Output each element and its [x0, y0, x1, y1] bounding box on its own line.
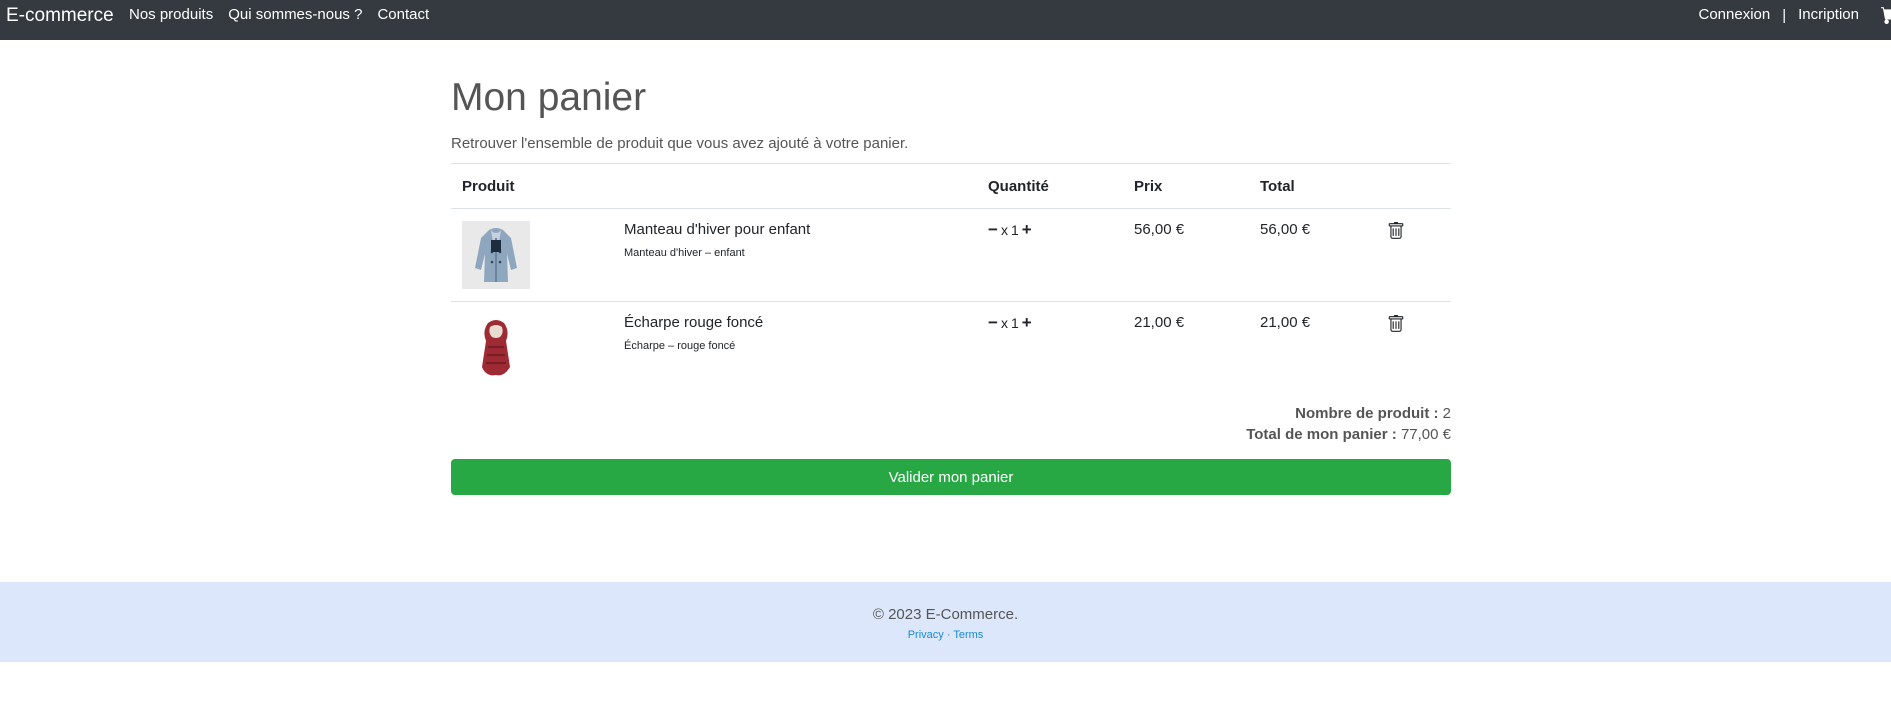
plus-icon[interactable]: +: [1022, 221, 1032, 238]
product-count-value: 2: [1442, 405, 1451, 422]
nav-links: Nos produits Qui sommes-nous ? Contact: [129, 6, 444, 24]
header-quantity: Quantité: [977, 163, 1123, 209]
footer-links: Privacy · Terms: [0, 629, 1891, 641]
navbar: E-commerce Nos produits Qui sommes-nous …: [0, 0, 1891, 40]
cart-table: Produit Quantité Prix Total Manteau d'hi…: [451, 163, 1451, 394]
cart-summary: Nombre de produit : 2 Total de mon panie…: [1246, 403, 1451, 445]
login-link[interactable]: Connexion: [1699, 6, 1771, 24]
signup-link[interactable]: Incription: [1798, 6, 1859, 24]
total-cell: 21,00 €: [1249, 301, 1376, 394]
product-description: Écharpe – rouge foncé: [624, 340, 736, 352]
validate-cart-button[interactable]: Valider mon panier: [451, 459, 1451, 495]
cart-section: Mon panier Retrouver l'ensemble de produ…: [451, 74, 1451, 495]
product-name[interactable]: Écharpe rouge foncé: [624, 314, 966, 332]
table-row: Écharpe rouge foncé Écharpe – rouge fonc…: [451, 301, 1451, 394]
quantity-prefix: x: [1000, 221, 1008, 238]
quantity-prefix: x: [1000, 314, 1008, 331]
product-description: Manteau d'hiver – enfant: [624, 247, 745, 259]
quantity-cell: − x 1 +: [977, 301, 1123, 394]
quantity-stepper: − x 1 +: [988, 314, 1112, 331]
trash-icon[interactable]: [1387, 221, 1405, 241]
product-count: Nombre de produit : 2: [1246, 403, 1451, 424]
header-price: Prix: [1123, 163, 1249, 209]
cart-total: Total de mon panier : 77,00 €: [1246, 424, 1451, 445]
nav-link-about[interactable]: Qui sommes-nous ?: [228, 6, 362, 24]
brand-link[interactable]: E-commerce: [6, 5, 114, 28]
footer-dot: ·: [946, 629, 951, 641]
product-info-cell: Écharpe rouge foncé Écharpe – rouge fonc…: [613, 301, 977, 394]
cart-total-value: 77,00 €: [1400, 426, 1451, 443]
actions-cell: [1376, 301, 1451, 394]
scarf-image: [462, 314, 530, 382]
quantity-value: 1: [1010, 314, 1019, 331]
privacy-link[interactable]: Privacy: [908, 629, 944, 641]
header-actions: [1376, 163, 1451, 209]
page-title: Mon panier: [451, 76, 647, 119]
scarf-illustration: [482, 320, 510, 376]
quantity-value: 1: [1010, 221, 1019, 238]
product-info-cell: Manteau d'hiver pour enfant Manteau d'hi…: [613, 208, 977, 302]
product-image-cell: [451, 301, 613, 394]
copyright: © 2023 E-Commerce.: [872, 606, 1019, 623]
terms-link[interactable]: Terms: [953, 629, 983, 641]
price-cell: 56,00 €: [1123, 208, 1249, 302]
nav-separator: |: [1782, 6, 1787, 24]
actions-cell: [1376, 208, 1451, 302]
header-empty: [613, 163, 977, 209]
nav-account: Connexion | Incription: [1699, 6, 1891, 24]
coat-image: [462, 221, 530, 289]
coat-illustration: [475, 228, 517, 282]
total-cell: 56,00 €: [1249, 208, 1376, 302]
trash-icon[interactable]: [1387, 314, 1405, 334]
nav-link-products[interactable]: Nos produits: [129, 6, 213, 24]
plus-icon[interactable]: +: [1022, 314, 1032, 331]
cart-icon[interactable]: [1881, 6, 1891, 24]
minus-icon[interactable]: −: [988, 221, 998, 238]
header-total: Total: [1249, 163, 1376, 209]
product-count-label: Nombre de produit :: [1295, 405, 1439, 422]
product-image-cell: [451, 208, 613, 302]
quantity-cell: − x 1 +: [977, 208, 1123, 302]
price-cell: 21,00 €: [1123, 301, 1249, 394]
footer: © 2023 E-Commerce. Privacy · Terms: [0, 582, 1891, 662]
table-row: Manteau d'hiver pour enfant Manteau d'hi…: [451, 208, 1451, 302]
cart-total-label: Total de mon panier :: [1246, 426, 1397, 443]
minus-icon[interactable]: −: [988, 314, 998, 331]
quantity-stepper: − x 1 +: [988, 221, 1112, 238]
header-product: Produit: [451, 163, 613, 209]
nav-link-contact[interactable]: Contact: [377, 6, 429, 24]
table-header-row: Produit Quantité Prix Total: [451, 163, 1451, 209]
page-subtitle: Retrouver l'ensemble de produit que vous…: [451, 134, 909, 152]
product-name[interactable]: Manteau d'hiver pour enfant: [624, 221, 966, 239]
